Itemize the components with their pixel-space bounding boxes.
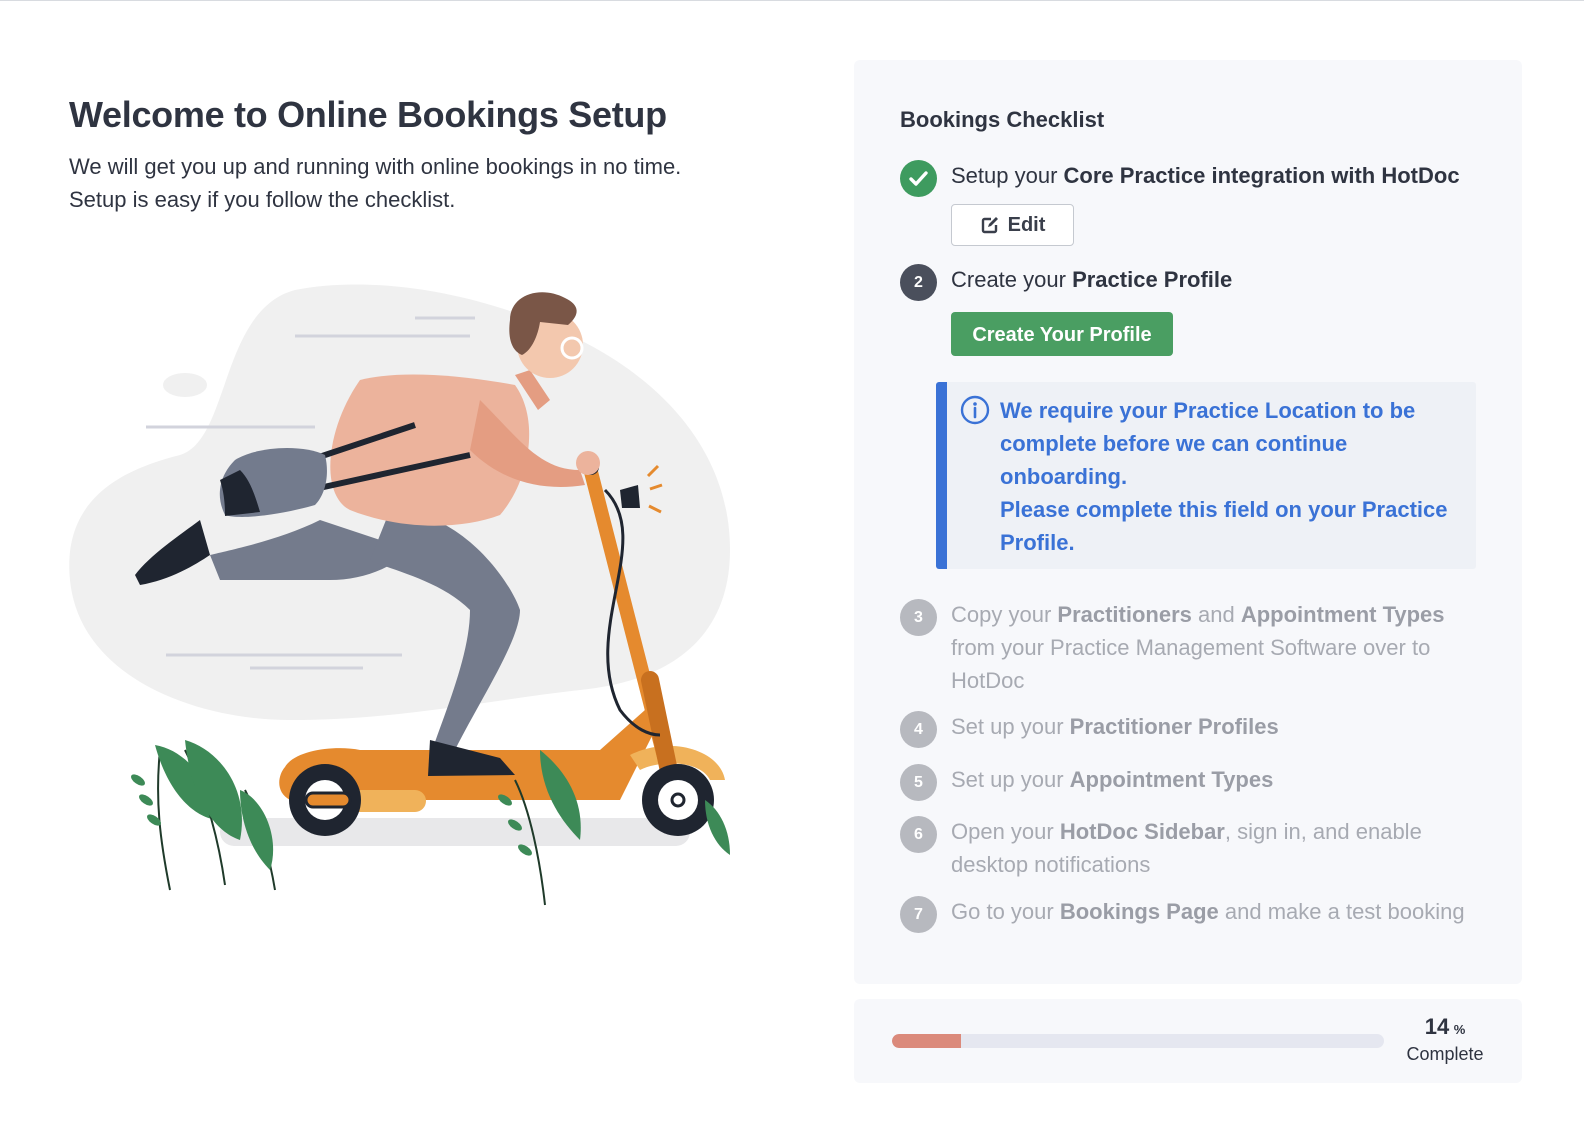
step-number-badge: 2 <box>900 264 937 301</box>
page-subtitle: We will get you up and running with onli… <box>69 150 769 216</box>
step-4-text: Set up your Practitioner Profiles <box>951 710 1491 743</box>
step-5-bold: Appointment Types <box>1069 767 1274 792</box>
step-3-bold-2: Appointment Types <box>1240 602 1445 627</box>
subtitle-line-1: We will get you up and running with onli… <box>69 154 682 179</box>
step-number-badge: 7 <box>900 896 937 933</box>
step-7-suffix: and make a test booking <box>1218 899 1465 924</box>
step-3-middle: and <box>1191 602 1241 627</box>
progress-bar-fill <box>892 1034 961 1048</box>
check-icon <box>909 171 928 186</box>
step-2-text: Create your Practice Profile <box>951 263 1491 296</box>
edit-button[interactable]: Edit <box>951 204 1074 246</box>
progress-label: Complete <box>1406 1044 1484 1064</box>
step-complete-badge <box>900 160 937 197</box>
step-6-prefix: Open your <box>951 819 1060 844</box>
step-3-suffix: from your Practice Management Software o… <box>951 635 1431 693</box>
edit-icon <box>981 217 998 234</box>
step-5-prefix: Set up your <box>951 767 1070 792</box>
step-6-bold: HotDoc Sidebar <box>1059 819 1225 844</box>
step-3-bold: Practitioners <box>1057 602 1192 627</box>
step-number-badge: 6 <box>900 816 937 853</box>
step-number-badge: 3 <box>900 599 937 636</box>
info-message: We require your Practice Location to be … <box>1000 394 1460 559</box>
step-2-prefix: Create your <box>951 267 1073 292</box>
subtitle-line-2: Setup is easy if you follow the checklis… <box>69 187 456 212</box>
step-1-prefix: Setup your <box>951 163 1064 188</box>
scooter-rider-illustration <box>69 284 730 906</box>
edit-button-label: Edit <box>1007 213 1046 236</box>
step-7-text: Go to your Bookings Page and make a test… <box>951 895 1491 928</box>
step-number-badge: 5 <box>900 764 937 801</box>
info-alert: We require your Practice Location to be … <box>936 382 1476 569</box>
create-profile-button[interactable]: Create Your Profile <box>951 312 1173 356</box>
progress-sign: % <box>1453 1022 1466 1037</box>
step-1-bold: Core Practice integration with HotDoc <box>1063 163 1460 188</box>
info-icon <box>960 395 990 425</box>
step-7-prefix: Go to your <box>951 899 1060 924</box>
step-number-badge: 4 <box>900 711 937 748</box>
step-5-text: Set up your Appointment Types <box>951 763 1491 796</box>
step-3-text: Copy your Practitioners and Appointment … <box>951 598 1491 697</box>
page-title: Welcome to Online Bookings Setup <box>69 94 667 135</box>
step-2-bold: Practice Profile <box>1072 267 1233 292</box>
progress-percent: 14 % <box>1414 1014 1476 1040</box>
progress-value: 14 <box>1424 1014 1450 1039</box>
step-4-prefix: Set up your <box>951 714 1070 739</box>
step-7-bold: Bookings Page <box>1059 899 1219 924</box>
info-line-1: We require your Practice Location to be … <box>1000 398 1416 489</box>
progress-bar <box>892 1034 1384 1048</box>
progress-panel: 14 % Complete <box>854 999 1522 1083</box>
bookings-checklist-panel: Bookings Checklist Setup your Core Pract… <box>854 60 1522 984</box>
step-6-text: Open your HotDoc Sidebar, sign in, and e… <box>951 815 1491 881</box>
step-4-bold: Practitioner Profiles <box>1069 714 1279 739</box>
info-line-2: Please complete this field on your Pract… <box>1000 497 1448 555</box>
top-divider <box>0 0 1584 1</box>
step-1-text: Setup your Core Practice integration wit… <box>951 159 1491 192</box>
step-3-prefix: Copy your <box>951 602 1058 627</box>
checklist-title: Bookings Checklist <box>900 107 1105 132</box>
